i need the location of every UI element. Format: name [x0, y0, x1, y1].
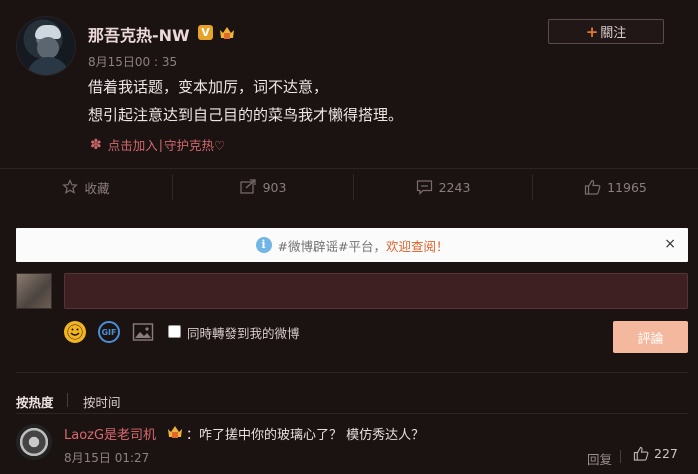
divider [16, 372, 688, 373]
repost-icon [239, 179, 256, 194]
like-count: 11965 [607, 179, 647, 195]
vip-crown-icon [166, 423, 184, 440]
repost-count: 903 [262, 179, 287, 195]
repost-button[interactable]: 903 [173, 169, 353, 205]
favorite-button[interactable]: 收藏 [0, 169, 172, 205]
plus-icon: + [585, 22, 599, 41]
thumbs-up-icon [585, 179, 601, 195]
post-text-line-1: 借着我话题，变本加厉，词不达意， [88, 78, 329, 96]
topic-name: 守护克热♡ [163, 138, 226, 153]
submit-comment-button[interactable]: 評論 [613, 321, 688, 353]
comment-icon [416, 180, 432, 195]
star-icon [62, 179, 79, 194]
notice-text: #微博辟谣#平台，欢迎查阅！ [277, 238, 449, 254]
reply-button[interactable]: 回复 [587, 449, 612, 468]
repost-checkbox-label[interactable]: 同時轉發到我的微博 [187, 323, 300, 342]
comment-count: 2243 [438, 179, 471, 195]
comment-author[interactable]: LaozG是老司机 [64, 424, 156, 443]
flower-icon: ✽ [90, 136, 102, 153]
verified-v-icon: V [198, 25, 213, 40]
comment-like-button[interactable]: 227 [633, 446, 678, 461]
comment-input[interactable] [64, 273, 688, 309]
post-timestamp[interactable]: 8月15日00 : 35 [88, 53, 177, 70]
topic-prefix: 点击加入 [107, 138, 158, 153]
comment-timestamp: 8月15日 01:27 [64, 451, 150, 465]
sort-separator [67, 393, 68, 407]
follow-button[interactable]: + 關注 [548, 19, 664, 44]
repost-checkbox[interactable] [168, 325, 181, 338]
divider [16, 413, 688, 414]
image-icon[interactable] [132, 321, 154, 343]
favorite-label: 收藏 [84, 180, 110, 196]
comment-action-separator [620, 450, 621, 463]
post-action-bar: 收藏 903 2243 11965 [0, 168, 698, 204]
follow-label: 關注 [600, 26, 627, 41]
sort-by-hot-tab[interactable]: 按热度 [16, 392, 54, 411]
topic-separator: | [158, 137, 163, 152]
info-icon: i [255, 237, 272, 253]
vip-crown-icon [218, 24, 236, 41]
current-user-avatar [16, 273, 52, 309]
gif-icon[interactable]: GIF [98, 321, 120, 343]
notice-welcome: 欢迎查阅！ [385, 238, 449, 254]
comment-text: ：咋了搓中你的玻璃心了？ 模仿秀达人？ [186, 428, 425, 443]
author-name[interactable]: 那吾克热-NW [88, 22, 190, 46]
author-avatar[interactable] [16, 16, 76, 76]
like-button[interactable]: 11965 [533, 169, 698, 205]
post-text-line-2: 想引起注意达到自己目的的菜鸟我才懒得搭理。 [88, 106, 404, 124]
close-icon[interactable]: × [664, 236, 676, 252]
thumbs-up-icon [633, 446, 649, 461]
emoji-icon[interactable] [64, 321, 86, 343]
comment-button[interactable]: 2243 [354, 169, 532, 205]
sort-by-time-tab[interactable]: 按时间 [83, 392, 121, 411]
rumor-notice-banner[interactable]: i #微博辟谣#平台，欢迎查阅！ × [16, 228, 688, 262]
comment-like-count: 227 [654, 446, 678, 461]
commenter-avatar[interactable] [16, 424, 52, 460]
topic-link[interactable]: ✽ 点击加入 | 守护克热♡ [90, 135, 225, 154]
